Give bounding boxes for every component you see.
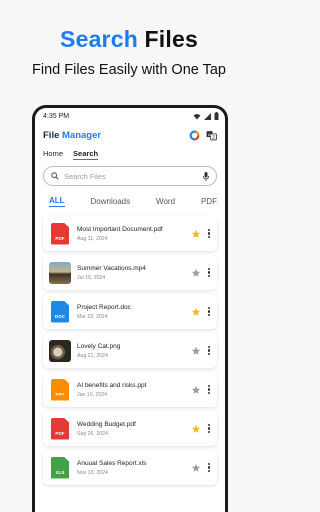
app-title: File Manager bbox=[43, 130, 101, 141]
file-meta: Summer Vacations.mp4 Jul 15, 2024 bbox=[77, 265, 191, 281]
more-vertical-icon[interactable] bbox=[207, 228, 211, 239]
ppt-file-icon: PPT bbox=[51, 378, 69, 401]
file-name: Summer Vacations.mp4 bbox=[77, 264, 146, 272]
file-type-label: PPT bbox=[55, 391, 65, 397]
file-meta: Anuual Sales Report.xls Nov 13, 2024 bbox=[77, 460, 191, 476]
video-thumbnail bbox=[49, 261, 71, 284]
file-date: Nov 13, 2024 bbox=[77, 469, 108, 476]
app-title-first: File bbox=[43, 129, 63, 141]
filter-tabs: ALL Downloads Word PDF bbox=[35, 190, 225, 212]
star-icon[interactable] bbox=[191, 346, 201, 356]
file-date: Sep 26, 2024 bbox=[77, 430, 108, 437]
app-bar: File Manager A 文 bbox=[35, 124, 225, 146]
file-name: Lovely Cat.png bbox=[77, 342, 121, 350]
file-type-label: XLS bbox=[55, 469, 65, 475]
doc-file-icon: DOC bbox=[51, 300, 69, 323]
file-name: Wedding Budget.pdf bbox=[77, 420, 136, 428]
file-type-label: PDF bbox=[55, 430, 65, 436]
storage-chart-icon[interactable] bbox=[189, 130, 200, 141]
status-icons bbox=[193, 112, 219, 120]
filter-tab-word[interactable]: Word bbox=[156, 197, 175, 206]
file-meta: AI benefits and risks.ppt Jan 10, 2024 bbox=[77, 382, 191, 398]
xls-file-icon: XLS bbox=[51, 456, 69, 479]
file-meta: Wedding Budget.pdf Sep 26, 2024 bbox=[77, 421, 191, 437]
filter-tab-all[interactable]: ALL bbox=[49, 196, 65, 207]
svg-text:A: A bbox=[208, 131, 211, 136]
file-meta: Lovely Cat.png Aug 21, 2024 bbox=[77, 343, 191, 359]
file-row[interactable]: DOC Project Report.doc Mar 23, 2024 bbox=[43, 294, 217, 329]
more-vertical-icon[interactable] bbox=[207, 423, 211, 434]
promo-subtitle: Find Files Easily with One Tap bbox=[32, 62, 226, 78]
pdf-file-icon: PDF bbox=[51, 417, 69, 440]
promo-title: Search Files bbox=[0, 26, 258, 53]
more-vertical-icon[interactable] bbox=[207, 345, 211, 356]
wifi-icon bbox=[193, 113, 201, 119]
file-date: Jan 10, 2024 bbox=[77, 391, 107, 398]
file-name: Most Important Document.pdf bbox=[77, 225, 163, 233]
file-list: PDF Most Important Document.pdf Aug 11, 20… bbox=[35, 212, 225, 485]
nav-tabs: Home Search bbox=[35, 146, 225, 162]
file-date: Aug 21, 2024 bbox=[77, 352, 108, 359]
star-icon[interactable] bbox=[191, 268, 201, 278]
status-time: 4:35 PM bbox=[43, 112, 70, 120]
promo-title-accent: Search bbox=[60, 26, 138, 52]
microphone-icon[interactable] bbox=[203, 171, 209, 181]
translate-icon[interactable]: A 文 bbox=[206, 130, 217, 141]
signal-icon bbox=[204, 112, 211, 120]
filter-tab-downloads[interactable]: Downloads bbox=[91, 197, 131, 206]
more-vertical-icon[interactable] bbox=[207, 384, 211, 395]
more-vertical-icon[interactable] bbox=[207, 462, 211, 473]
filter-tab-pdf[interactable]: PDF bbox=[201, 197, 217, 206]
tab-search[interactable]: Search bbox=[73, 146, 99, 160]
file-row[interactable]: Summer Vacations.mp4 Jul 15, 2024 bbox=[43, 255, 217, 290]
file-date: Jul 15, 2024 bbox=[77, 274, 106, 281]
star-icon[interactable] bbox=[191, 463, 201, 473]
search-icon bbox=[51, 172, 59, 180]
star-icon[interactable] bbox=[191, 424, 201, 434]
star-icon[interactable] bbox=[191, 385, 201, 395]
more-vertical-icon[interactable] bbox=[207, 267, 211, 278]
file-row[interactable]: PDF Most Important Document.pdf Aug 11, 20… bbox=[43, 216, 217, 251]
svg-text:文: 文 bbox=[212, 134, 216, 139]
battery-icon bbox=[214, 112, 219, 120]
phone-frame: 4:35 PM File Manager A 文 Home Search Sea… bbox=[32, 105, 228, 512]
file-row[interactable]: PDF Wedding Budget.pdf Sep 26, 2024 bbox=[43, 411, 217, 446]
app-title-second: Manager bbox=[62, 129, 102, 141]
file-row[interactable]: XLS Anuual Sales Report.xls Nov 13, 2024 bbox=[43, 450, 217, 485]
file-row[interactable]: PPT AI benefits and risks.ppt Jan 10, 2024 bbox=[43, 372, 217, 407]
image-thumbnail bbox=[49, 339, 71, 362]
tab-home[interactable]: Home bbox=[43, 146, 63, 158]
app-actions: A 文 bbox=[189, 130, 217, 141]
file-name: Project Report.doc bbox=[77, 303, 131, 311]
file-meta: Most Important Document.pdf Aug 11, 2024 bbox=[77, 226, 191, 242]
status-bar: 4:35 PM bbox=[35, 108, 225, 124]
file-name: Anuual Sales Report.xls bbox=[77, 459, 147, 467]
search-input[interactable] bbox=[64, 171, 198, 181]
file-date: Mar 23, 2024 bbox=[77, 313, 108, 320]
file-date: Aug 11, 2024 bbox=[77, 235, 108, 242]
pdf-file-icon: PDF bbox=[51, 222, 69, 245]
file-meta: Project Report.doc Mar 23, 2024 bbox=[77, 304, 191, 320]
file-row[interactable]: Lovely Cat.png Aug 21, 2024 bbox=[43, 333, 217, 368]
file-type-label: PDF bbox=[55, 235, 65, 241]
more-vertical-icon[interactable] bbox=[207, 306, 211, 317]
star-icon[interactable] bbox=[191, 229, 201, 239]
promo-title-rest: Files bbox=[137, 26, 198, 52]
star-icon[interactable] bbox=[191, 307, 201, 317]
search-bar bbox=[43, 166, 217, 186]
file-type-label: DOC bbox=[54, 313, 66, 319]
file-name: AI benefits and risks.ppt bbox=[77, 381, 147, 389]
